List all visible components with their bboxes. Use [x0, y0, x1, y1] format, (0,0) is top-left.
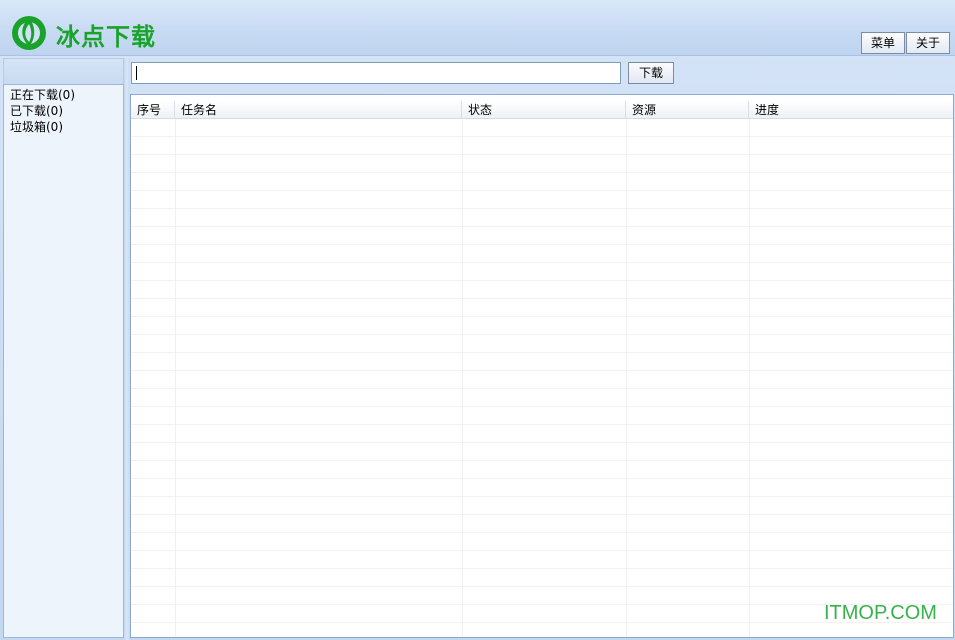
- table-row: [131, 623, 953, 637]
- column-divider: [175, 119, 176, 637]
- table-row: [131, 155, 953, 173]
- sidebar-item-downloading[interactable]: 正在下载(0): [4, 87, 123, 103]
- table-row: [131, 353, 953, 371]
- table-row: [131, 137, 953, 155]
- sidebar: 正在下载(0) 已下载(0) 垃圾箱(0): [3, 84, 124, 638]
- text-caret: [136, 66, 137, 80]
- table-row: [131, 263, 953, 281]
- table-row: [131, 173, 953, 191]
- download-button[interactable]: 下载: [628, 62, 674, 84]
- table-row: [131, 227, 953, 245]
- column-divider: [626, 119, 627, 637]
- table-row: [131, 425, 953, 443]
- table-row: [131, 371, 953, 389]
- app-title: 冰点下载: [56, 23, 156, 51]
- table-row: [131, 389, 953, 407]
- table-row: [131, 443, 953, 461]
- table-row: [131, 461, 953, 479]
- column-header-task-name[interactable]: 任务名: [175, 101, 462, 119]
- table-row: [131, 335, 953, 353]
- column-divider: [749, 119, 750, 637]
- table-row: [131, 569, 953, 587]
- url-input[interactable]: [131, 62, 621, 84]
- table-row: [131, 551, 953, 569]
- table-header: 序号 任务名 状态 资源 进度: [131, 101, 953, 119]
- table-row: [131, 191, 953, 209]
- column-header-status[interactable]: 状态: [462, 101, 626, 119]
- column-divider: [462, 119, 463, 637]
- header-bar: 冰点下载 菜单 关于: [0, 0, 955, 56]
- column-header-progress[interactable]: 进度: [749, 101, 953, 119]
- table-row: [131, 497, 953, 515]
- table-row: [131, 299, 953, 317]
- column-header-resources[interactable]: 资源: [626, 101, 749, 119]
- sidebar-item-downloaded[interactable]: 已下载(0): [4, 103, 123, 119]
- task-table[interactable]: 序号 任务名 状态 资源 进度: [130, 94, 954, 638]
- column-header-index[interactable]: 序号: [131, 101, 175, 119]
- table-row: [131, 317, 953, 335]
- table-row: [131, 281, 953, 299]
- sidebar-header: [3, 58, 124, 84]
- table-row: [131, 533, 953, 551]
- table-row: [131, 407, 953, 425]
- about-button[interactable]: 关于: [906, 32, 950, 54]
- menu-button[interactable]: 菜单: [861, 32, 905, 54]
- sidebar-item-trash[interactable]: 垃圾箱(0): [4, 119, 123, 135]
- table-row: [131, 515, 953, 533]
- table-row: [131, 209, 953, 227]
- sidebar-list: 正在下载(0) 已下载(0) 垃圾箱(0): [4, 85, 123, 135]
- logo-icon: [12, 16, 46, 50]
- table-row: [131, 119, 953, 137]
- table-row: [131, 245, 953, 263]
- table-row: [131, 479, 953, 497]
- watermark: ITMOP.COM: [824, 602, 937, 624]
